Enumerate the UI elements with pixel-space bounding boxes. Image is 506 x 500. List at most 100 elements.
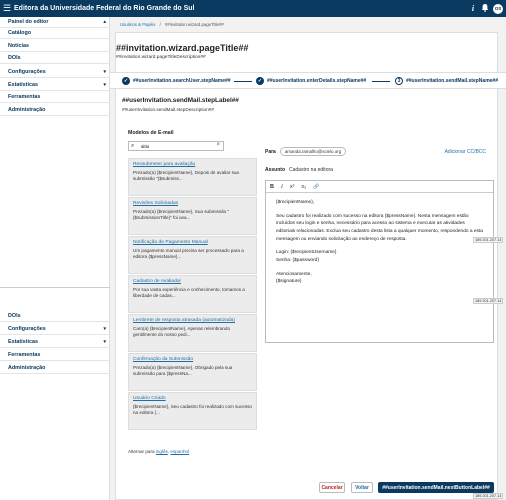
check-icon: ✓ [122, 77, 130, 85]
template-title[interactable]: Confirmação da Submissão [133, 357, 252, 362]
step-label: ##userInvitation.enterDetails.stepName## [267, 78, 367, 84]
sidebar-item-estatisticas-lower[interactable]: Estatísticas ▾ [0, 337, 110, 348]
sidebar-item-label: DOIs [8, 55, 21, 61]
sidebar-item-label: Notícias [8, 43, 29, 49]
italic-button[interactable]: I [281, 184, 283, 190]
breadcrumb-current: ##invitation.wizard.pageTitle## [164, 22, 224, 27]
sidebar-item-label: Ferramentas [8, 352, 41, 358]
subject-input[interactable]: Cadastro na editora [289, 167, 333, 173]
language-link-english[interactable]: inglês [156, 449, 168, 454]
sidebar-divider [0, 287, 110, 288]
step-connector [372, 81, 390, 82]
body-greeting: {$recipientName}, [276, 200, 315, 205]
template-title[interactable]: Ressubmeter para avaliação [133, 162, 252, 167]
to-row: Para amanda.ramalho@scielo.org Adicionar… [265, 147, 494, 156]
chevron-down-icon: ▾ [103, 69, 106, 75]
sidebar-item-configuracoes[interactable]: Configurações ▾ [0, 67, 110, 78]
menu-icon[interactable]: ☰ [0, 3, 14, 14]
add-cc-link[interactable]: Adicionar CC/BCC [445, 149, 486, 155]
template-preview: Prezado(a) {$recipientName}, Obrigado pe… [133, 365, 233, 377]
template-title[interactable]: Lembrete de resposta atrasada (automatiz… [133, 318, 252, 323]
template-preview: Prezado(a) {$recipientName}, Depois de a… [133, 170, 239, 182]
template-item[interactable]: Revisões Solicitadas Prezado(a) {$recipi… [128, 197, 257, 235]
sidebar-item-label: Ferramentas [8, 94, 41, 100]
sidebar-item-ferramentas-lower[interactable]: Ferramentas [0, 350, 110, 361]
step-label: ##userInvitation.searchUser.stepName## [133, 78, 231, 84]
language-link-spanish[interactable]: espanhol [170, 449, 189, 454]
next-button[interactable]: ##userInvitation.sendMail.nextButtonLabe… [378, 482, 494, 493]
template-preview: Por sua vasta experiência e conhecimento… [133, 287, 245, 299]
sidebar-item-administracao[interactable]: Administração [0, 105, 110, 116]
body-signature: {$signature} [276, 279, 302, 285]
sidebar-item-label: Catálogo [8, 30, 32, 36]
step-description: ##userInvitation.sendMail.stepDescriptio… [122, 107, 214, 112]
templates-title: Modelos de E-mail [128, 130, 174, 136]
template-title[interactable]: Cadastro de Avaliador [133, 279, 252, 284]
template-item[interactable]: Notificação de Pagamento Manual Um pagam… [128, 236, 257, 274]
top-bar: ☰ Editora da Universidade Federal do Rio… [0, 0, 506, 17]
template-preview: {$recipientName}, Seu cadastro foi reali… [133, 404, 252, 416]
template-list: Ressubmeter para avaliação Prezado(a) {$… [128, 158, 257, 430]
sidebar-item-label: Configurações [8, 326, 46, 332]
template-item[interactable]: Cadastro de Avaliador Por sua vasta expe… [128, 275, 257, 313]
email-body-editor[interactable]: B I x² x₂ 🔗 {$recipientName}, Seu cadast… [265, 180, 494, 343]
body-password: Senha: {$password} [276, 258, 319, 264]
help-icon[interactable]: i [467, 4, 479, 13]
sidebar-item-estatisticas[interactable]: Estatísticas ▾ [0, 80, 110, 91]
template-item[interactable]: Lembrete de resposta atrasada (automatiz… [128, 314, 257, 352]
step-label: ##userInvitation.sendMail.stepName## [406, 78, 498, 84]
main-content: Usuários & Papéis / ##invitation.wizard.… [110, 17, 506, 500]
template-preview: Um pagamento manual precisa ser processa… [133, 248, 244, 260]
email-templates: Modelos de E-mail ⌕ × Ressubmeter para a… [124, 130, 260, 457]
search-icon: ⌕ [131, 143, 135, 149]
superscript-button[interactable]: x² [290, 184, 295, 190]
sidebar-item-noticias[interactable]: Notícias [0, 41, 110, 52]
sidebar-item-dois[interactable]: DOIs [0, 53, 110, 64]
sidebar-item-catalogo[interactable]: Catálogo [0, 28, 110, 39]
chevron-down-icon: ▾ [103, 339, 106, 345]
clear-icon[interactable]: × [216, 142, 220, 148]
sidebar-item-administracao-lower[interactable]: Administração [0, 363, 110, 374]
search-input[interactable] [141, 143, 211, 150]
sidebar-item-label: Painel do editor [8, 19, 49, 25]
recipient-chip[interactable]: amanda.ramalho@scielo.org [279, 147, 347, 156]
sidebar-item-label: Estatísticas [8, 339, 38, 345]
wizard-footer: Cancelar Voltar ##userInvitation.sendMai… [115, 480, 498, 500]
language-switch-label: Alternar para [128, 449, 155, 454]
notifications-icon[interactable] [479, 3, 491, 14]
subscript-button[interactable]: x₂ [301, 184, 306, 190]
template-item[interactable]: Ressubmeter para avaliação Prezado(a) {$… [128, 158, 257, 196]
subject-label: Assunto [265, 167, 285, 173]
template-search: ⌕ × [128, 141, 224, 151]
sidebar-item-painel[interactable]: Painel do editor ▴ [0, 17, 110, 28]
chevron-down-icon: ▾ [103, 82, 106, 88]
breadcrumb-link[interactable]: Usuários & Papéis [120, 22, 155, 27]
email-body[interactable]: {$recipientName}, Seu cadastro foi reali… [266, 193, 493, 298]
step-2[interactable]: ✓ ##userInvitation.enterDetails.stepName… [256, 77, 366, 85]
step-3[interactable]: 3 ##userInvitation.sendMail.stepName## [395, 77, 498, 85]
body-paragraph: Seu cadastro foi realizado com sucesso n… [276, 213, 483, 242]
template-title[interactable]: Notificação de Pagamento Manual [133, 240, 252, 245]
back-button[interactable]: Voltar [351, 482, 373, 493]
step-1[interactable]: ✓ ##userInvitation.searchUser.stepName## [122, 77, 231, 85]
avatar[interactable]: OS [493, 3, 503, 14]
sidebar-item-ferramentas[interactable]: Ferramentas [0, 92, 110, 103]
breadcrumb-separator: / [159, 22, 161, 27]
sidebar-item-label: DOIs [8, 313, 21, 319]
template-title[interactable]: Revisões Solicitadas [133, 201, 252, 206]
template-item[interactable]: Usuário Criado {$recipientName}, Seu cad… [128, 392, 257, 430]
template-title[interactable]: Usuário Criado [133, 396, 252, 401]
check-icon: ✓ [256, 77, 264, 85]
ip-tag: 189.201.207.14 [473, 298, 504, 304]
link-icon[interactable]: 🔗 [313, 184, 319, 190]
cancel-button[interactable]: Cancelar [319, 482, 345, 493]
body-login: Login: {$recipientUsername} [276, 250, 337, 256]
sidebar-item-dois-lower[interactable]: DOIs [0, 311, 110, 322]
sidebar-item-configuracoes-lower[interactable]: Configurações ▾ [0, 324, 110, 335]
bold-button[interactable]: B [270, 184, 274, 190]
editor-toolbar: B I x² x₂ 🔗 [266, 181, 493, 193]
breadcrumb: Usuários & Papéis / ##invitation.wizard.… [120, 22, 224, 27]
template-item[interactable]: Confirmação da Submissão Prezado(a) {$re… [128, 353, 257, 391]
sidebar: Painel do editor ▴ Catálogo Notícias DOI… [0, 17, 110, 500]
body-closing: Atenciosamente, [276, 271, 312, 277]
